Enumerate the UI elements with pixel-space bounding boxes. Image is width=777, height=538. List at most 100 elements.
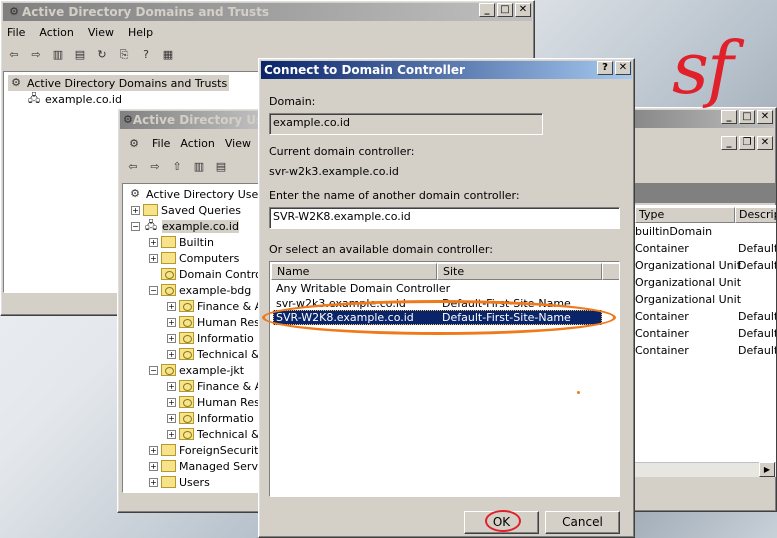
list-row-desc: Default [738,344,776,357]
collapse-icon[interactable]: − [131,221,140,231]
list-row-type[interactable]: Container [635,242,689,255]
expand-icon[interactable]: + [167,317,176,327]
list-row-type[interactable]: Container [635,344,689,357]
maximize-button[interactable]: □ [739,110,755,124]
expand-icon[interactable]: + [167,381,176,391]
domains-trusts-titlebar[interactable]: ⚙ Active Directory Domains and Trusts [3,3,532,21]
close-button[interactable]: ✕ [615,61,631,75]
console-menu-icon[interactable]: ⚙ [126,137,142,151]
console-icon[interactable]: ▦ [160,48,176,62]
dialog-titlebar[interactable]: Connect to Domain Controller [261,61,632,79]
expand-icon[interactable]: + [131,205,140,215]
expand-icon[interactable]: + [149,477,158,487]
tree-item[interactable]: + Saved Queries [131,202,241,218]
expand-icon[interactable]: + [167,397,176,407]
expand-icon[interactable]: + [167,413,176,423]
tree-root[interactable]: ⚙ Active Directory Users [127,186,263,202]
menu-action[interactable]: Action [180,137,214,151]
expand-icon[interactable]: + [149,237,158,247]
ou-icon [179,428,194,440]
back-arrow-icon[interactable]: ⇦ [6,48,22,62]
tree-item-domain[interactable]: − 🖧 example.co.id [131,218,239,234]
show-tree-icon[interactable]: ▥ [50,48,66,62]
horizontal-scrollbar[interactable] [613,462,776,477]
object-list: Type Descrip builtinDomain Container Def… [613,205,776,477]
tree-item[interactable]: + Users [149,474,210,490]
tree-item[interactable]: + Finance & A [167,298,262,314]
tree-item[interactable]: + Builtin [149,234,214,250]
expand-icon[interactable]: + [167,333,176,343]
tree-item[interactable]: + Technical & [167,346,260,362]
help-icon[interactable]: ? [138,48,154,62]
list-row-type[interactable]: Container [635,310,689,323]
expand-icon[interactable]: + [149,253,158,263]
tree-item[interactable]: + Human Res [167,314,260,330]
list-row-type[interactable]: Organizational Unit [635,293,741,306]
aduc-app-icon: ⚙ [123,113,133,126]
dc-name-input[interactable]: SVR-W2K8.example.co.id [269,207,620,229]
expand-icon[interactable]: + [167,301,176,311]
scroll-right-arrow-icon[interactable]: ▶ [759,462,775,477]
back-arrow-icon[interactable]: ⇦ [125,160,141,174]
list-row-type[interactable]: Container [635,327,689,340]
tree-item[interactable]: + Finance & A [167,378,262,394]
tree-root[interactable]: ⚙ Active Directory Domains and Trusts [8,75,230,91]
expand-icon[interactable]: + [149,445,158,455]
collapse-icon[interactable]: − [149,365,158,375]
tree-item-domain[interactable]: 🖧 example.co.id [26,91,122,107]
ou-icon [161,268,176,280]
folder-icon [161,252,176,264]
expand-icon[interactable]: + [167,349,176,359]
refresh-icon[interactable]: ↻ [94,48,110,62]
column-header-site[interactable]: Site [437,263,602,280]
tree-item[interactable]: + Managed Servi [149,458,261,474]
domain-label: Domain: [269,95,316,108]
tree-item[interactable]: + ForeignSecurity [149,442,263,458]
menu-file[interactable]: File [7,26,25,39]
close-button[interactable]: ✕ [515,3,531,17]
menu-view[interactable]: View [225,137,251,151]
aduc-tree-titlebar[interactable]: ⚙ Active Directory Use [120,111,262,129]
dc-row-name[interactable]: Any Writable Domain Controller [276,282,450,295]
column-header-type[interactable]: Type [635,207,735,223]
child-minimize-button[interactable]: _ [721,136,737,150]
tree-item[interactable]: + Informatio [167,410,254,426]
forward-arrow-icon[interactable]: ⇨ [147,160,163,174]
forward-arrow-icon[interactable]: ⇨ [28,48,44,62]
help-button[interactable]: ? [597,61,613,75]
menu-action[interactable]: Action [39,26,73,39]
list-row-type[interactable]: builtinDomain [635,225,712,238]
collapse-icon[interactable]: − [149,285,158,295]
minimize-button[interactable]: _ [479,3,495,17]
properties-icon[interactable]: ▤ [72,48,88,62]
column-header-name[interactable]: Name [271,263,437,280]
close-button[interactable]: ✕ [757,110,773,124]
folder-icon [161,476,176,488]
tree-item[interactable]: + Computers [149,250,239,266]
up-folder-icon[interactable]: ⇧ [169,160,185,174]
list-row-type[interactable]: Organizational Unit [635,276,741,289]
aduc-tree-window: ⚙ Active Directory Use ⚙ File Action Vie… [117,108,265,513]
menu-view[interactable]: View [88,26,114,39]
export-icon[interactable]: ⎘ [116,48,132,62]
dc-list[interactable]: Name Site Any Writable Domain Controller… [269,261,620,497]
column-header-desc[interactable]: Descrip [735,207,776,223]
menu-file[interactable]: File [152,137,170,151]
tree-item[interactable]: − example-bdg [149,282,251,298]
minimize-button[interactable]: _ [721,110,737,124]
show-tree-icon[interactable]: ▥ [191,160,207,174]
tree-item[interactable]: Domain Control [161,266,263,282]
tree-item[interactable]: + Technical & [167,426,260,442]
tree-item[interactable]: + Human Res [167,394,260,410]
list-row-type[interactable]: Organizational Unit [635,259,741,272]
maximize-button[interactable]: □ [497,3,513,17]
child-close-button[interactable]: ✕ [757,136,773,150]
delete-icon[interactable]: ▤ [213,160,229,174]
expand-icon[interactable]: + [149,461,158,471]
tree-item[interactable]: + Informatio [167,330,254,346]
cancel-button[interactable]: Cancel [545,511,620,534]
child-restore-button[interactable]: ❐ [739,136,755,150]
menu-help[interactable]: Help [128,26,153,39]
tree-item[interactable]: − example-jkt [149,362,244,378]
expand-icon[interactable]: + [167,429,176,439]
